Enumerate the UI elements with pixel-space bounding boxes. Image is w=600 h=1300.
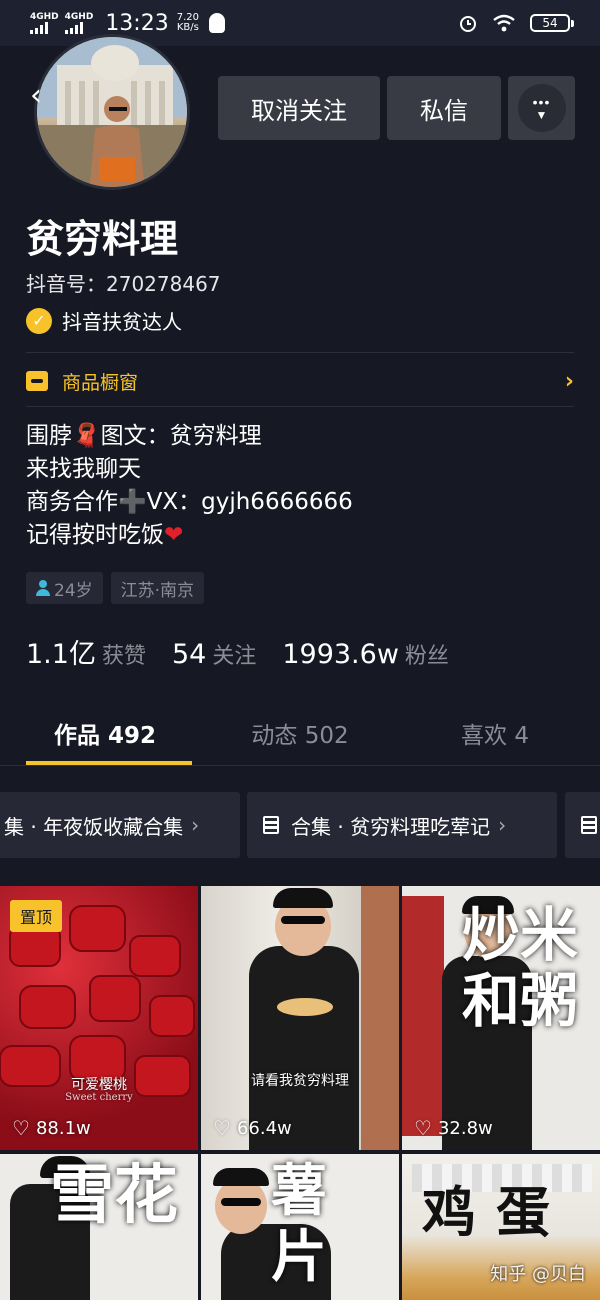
cellular-signal-icon: 4GHD xyxy=(30,12,59,34)
followers-count[interactable]: 1993.6w xyxy=(282,639,399,670)
back-icon[interactable]: ‹ xyxy=(30,78,42,113)
message-button[interactable]: 私信 xyxy=(387,76,501,140)
zhihu-watermark: 知乎 @贝白 xyxy=(490,1264,586,1285)
network-speed: 7.20 KB/s xyxy=(176,12,199,33)
content-tabs: 作品 492 动态 502 喜欢 4 xyxy=(0,700,600,766)
video-title-art: 薯片 xyxy=(271,1158,327,1290)
chevron-right-icon: › xyxy=(498,813,507,837)
video-thumbnail[interactable]: 炒米和粥 ♡ 32.8w xyxy=(402,886,600,1150)
heart-outline-icon: ♡ xyxy=(414,1116,432,1140)
more-button[interactable]: ••• ▼ xyxy=(508,76,575,140)
following-label: 关注 xyxy=(212,644,257,669)
battery-icon: 54 xyxy=(530,14,574,32)
profile-name: 贫穷料理 xyxy=(26,217,179,261)
douyin-id[interactable]: 抖音号：270278467 xyxy=(26,268,221,297)
alarm-icon xyxy=(460,16,476,32)
chevron-right-icon: › xyxy=(564,368,574,394)
video-title-art: 鸡蛋 xyxy=(422,1180,570,1244)
pinned-badge: 置顶 xyxy=(10,900,63,932)
bio-line: 商务合作 ➕ VX：gyjh6666666 xyxy=(26,486,353,519)
like-count: ♡ 66.4w xyxy=(213,1116,292,1140)
heart-emoji-icon: ❤ xyxy=(164,522,184,548)
unfollow-button[interactable]: 取消关注 xyxy=(218,76,380,140)
video-thumbnail[interactable]: 置顶 可爱樱桃 Sweet cherry ♡ 88.1w xyxy=(0,886,198,1150)
video-thumbnail[interactable]: 鸡蛋 知乎 @贝白 xyxy=(402,1154,600,1300)
collection-chip[interactable]: 集 · 年夜饭收藏合集 › xyxy=(0,792,240,858)
avatar-image xyxy=(37,37,187,187)
tab-likes[interactable]: 喜欢 4 xyxy=(390,700,600,765)
chevron-right-icon: › xyxy=(191,813,200,837)
video-thumbnail[interactable]: 请看我贫穷料理 ♡ 66.4w xyxy=(201,886,399,1150)
heart-outline-icon: ♡ xyxy=(12,1116,30,1140)
scarf-emoji-icon: 🧣 xyxy=(72,423,101,449)
video-thumbnail[interactable]: 薯片 xyxy=(201,1154,399,1300)
location-tag: 江苏·南京 xyxy=(110,572,205,604)
profile-tags: 24岁 江苏·南京 xyxy=(26,572,205,604)
video-title-art: 雪花 xyxy=(50,1158,178,1233)
like-count: ♡ 88.1w xyxy=(12,1116,91,1140)
tab-works[interactable]: 作品 492 xyxy=(0,700,210,765)
avatar[interactable] xyxy=(34,34,190,190)
verified-badge[interactable]: ✓ 抖音扶贫达人 xyxy=(26,306,182,335)
bio-line: 记得按时吃饭 ❤ xyxy=(26,519,353,552)
person-icon xyxy=(36,580,50,596)
shop-window-row[interactable]: 商品橱窗 › xyxy=(26,358,574,404)
following-count[interactable]: 54 xyxy=(172,639,206,670)
more-icon: ••• ▼ xyxy=(517,84,566,132)
likes-count[interactable]: 1.1亿 xyxy=(26,632,96,671)
bio-line: 来找我聊天 xyxy=(26,456,141,482)
like-count: ♡ 32.8w xyxy=(414,1116,493,1140)
likes-label: 获赞 xyxy=(101,644,146,669)
video-caption: 请看我贫穷料理 xyxy=(251,1073,349,1089)
status-time: 13:23 xyxy=(105,10,169,36)
collection-chip[interactable]: 合集 · 贫穷料理吃荤记 › xyxy=(247,792,557,858)
divider xyxy=(26,352,574,353)
stats-row: 1.1亿 获赞 54 关注 1993.6w 粉丝 xyxy=(26,632,449,671)
age-tag: 24岁 xyxy=(26,572,103,604)
bio: 围脖 🧣 图文：贫穷料理 来找我聊天 商务合作 ➕ VX：gyjh6666666 记得按… xyxy=(26,420,353,552)
collection-chip[interactable] xyxy=(565,792,600,858)
layers-icon xyxy=(261,816,281,834)
bio-line: 围脖 🧣 图文：贫穷料理 xyxy=(26,420,353,453)
tab-dynamics[interactable]: 动态 502 xyxy=(210,700,390,765)
video-caption-sub: Sweet cherry xyxy=(65,1092,133,1103)
shop-icon xyxy=(26,371,48,391)
cellular-signal-icon: 4GHD xyxy=(64,12,93,34)
layers-icon xyxy=(579,816,599,834)
heart-outline-icon: ♡ xyxy=(213,1116,231,1140)
verified-check-icon: ✓ xyxy=(26,307,52,334)
wifi-icon xyxy=(493,14,515,32)
video-caption: 可爱樱桃 xyxy=(71,1077,127,1093)
video-thumbnail[interactable]: 雪花 xyxy=(0,1154,198,1300)
qq-icon xyxy=(208,13,225,33)
video-title-art: 炒米和粥 xyxy=(462,901,579,1035)
divider xyxy=(26,406,574,407)
collections-scroller[interactable]: 集 · 年夜饭收藏合集 › 合集 · 贫穷料理吃荤记 › xyxy=(0,792,600,860)
plus-emoji-icon: ➕ xyxy=(118,489,147,515)
followers-label: 粉丝 xyxy=(404,644,449,669)
